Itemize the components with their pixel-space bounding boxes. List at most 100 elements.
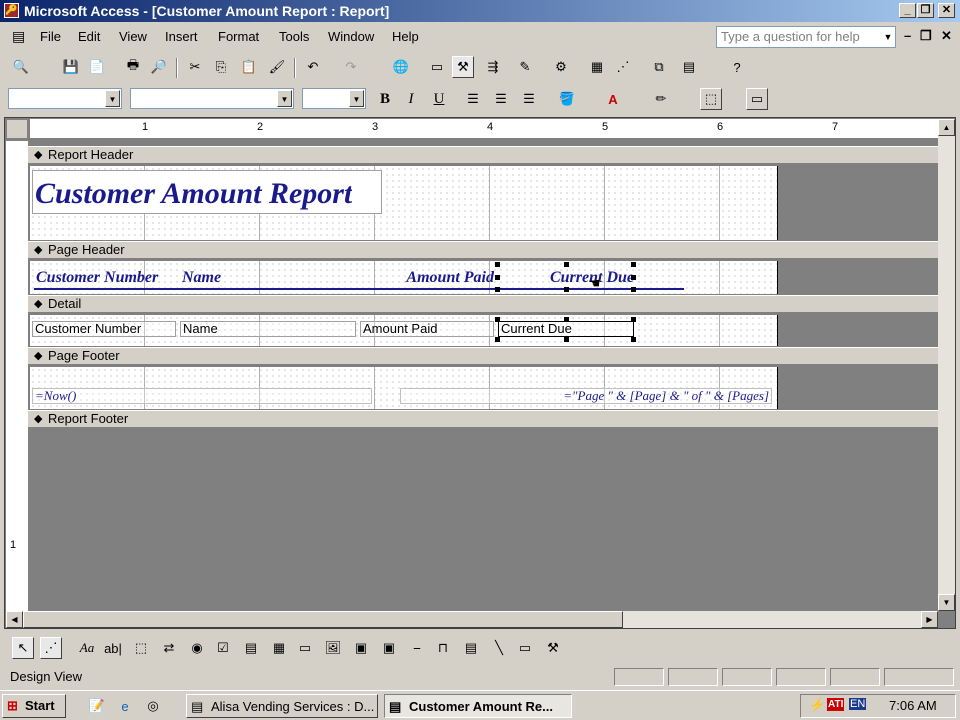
label-current-due[interactable]: Current Due <box>530 269 634 287</box>
field-name[interactable]: Name <box>180 321 356 337</box>
resize-handle[interactable] <box>564 287 569 292</box>
label-name[interactable]: Name <box>182 269 352 287</box>
font-name-combo[interactable]: ▼ <box>130 88 294 109</box>
menu-insert[interactable]: Insert <box>165 29 198 44</box>
print-icon[interactable]: 🖶 <box>122 56 144 78</box>
unbound-object-icon[interactable]: ▣ <box>350 637 372 659</box>
menu-format[interactable]: Format <box>218 29 259 44</box>
menu-help[interactable]: Help <box>392 29 419 44</box>
field-amount-paid[interactable]: Amount Paid <box>360 321 494 337</box>
minimize-button[interactable]: _ <box>899 3 916 18</box>
chevron-down-icon[interactable]: ▼ <box>881 27 895 47</box>
report-title-label[interactable]: Customer Amount Report <box>32 170 382 214</box>
horizontal-scrollbar[interactable]: ◀ ▶ <box>6 611 938 628</box>
resize-handle[interactable] <box>564 337 569 342</box>
font-color-icon[interactable]: A <box>602 88 624 110</box>
cut-icon[interactable]: ✂ <box>184 56 206 78</box>
menu-tools[interactable]: Tools <box>279 29 309 44</box>
header-underline[interactable] <box>34 288 684 290</box>
mdi-close-button[interactable]: ✕ <box>941 28 952 44</box>
page-break-icon[interactable]: ⎯ <box>406 637 428 659</box>
ati-icon[interactable]: ATI <box>827 698 845 711</box>
undo-icon[interactable]: ↶ <box>302 56 324 78</box>
save-icon[interactable]: 💾 <box>60 56 82 78</box>
format-painter-icon[interactable]: 🖌 <box>266 56 288 78</box>
chevron-down-icon[interactable]: ▼ <box>277 90 292 107</box>
section-page-header[interactable]: ◆ Page Header <box>28 241 938 259</box>
menu-edit[interactable]: Edit <box>78 29 100 44</box>
vertical-scrollbar[interactable]: ▲ ▼ <box>938 119 955 611</box>
scroll-down-icon[interactable]: ▼ <box>938 594 955 611</box>
help-icon[interactable]: ? <box>726 56 748 78</box>
code-icon[interactable]: ⚙ <box>550 56 572 78</box>
resize-handle[interactable] <box>631 317 636 322</box>
resize-handle[interactable] <box>495 275 500 280</box>
label-customer-number[interactable]: Customer Number <box>36 269 176 287</box>
scroll-right-icon[interactable]: ▶ <box>921 611 938 628</box>
resize-handle[interactable] <box>631 275 636 280</box>
border-width-icon[interactable]: ⬚ <box>700 88 722 110</box>
section-page-footer[interactable]: ◆ Page Footer <box>28 347 938 365</box>
build-icon[interactable]: ⋰ <box>612 56 634 78</box>
outlook-icon[interactable]: ◎ <box>142 695 164 717</box>
resize-handle[interactable] <box>495 337 500 342</box>
language-indicator[interactable]: EN <box>849 698 867 710</box>
option-button-icon[interactable]: ◉ <box>186 637 208 659</box>
close-button[interactable]: ✕ <box>938 3 955 18</box>
resize-handle[interactable] <box>631 287 636 292</box>
object-combo[interactable]: ▼ <box>8 88 122 109</box>
mdi-minimize-button[interactable]: – <box>904 28 911 43</box>
align-center-icon[interactable]: ☰ <box>490 88 512 110</box>
label-amount-paid[interactable]: Amount Paid <box>394 269 494 287</box>
section-report-footer[interactable]: ◆ Report Footer <box>28 410 938 428</box>
textbox-tool-icon[interactable]: ab| <box>102 637 124 659</box>
option-group-icon[interactable]: ⬚ <box>130 637 152 659</box>
checkbox-icon[interactable]: ☑ <box>212 637 234 659</box>
resize-handle[interactable] <box>631 262 636 267</box>
line-color-icon[interactable]: ✏ <box>650 88 672 110</box>
section-report-header[interactable]: ◆ Report Header <box>28 146 938 164</box>
scroll-thumb[interactable] <box>23 611 623 628</box>
bold-button[interactable]: B <box>374 88 396 110</box>
resize-handle[interactable] <box>495 262 500 267</box>
chevron-down-icon[interactable]: ▼ <box>105 90 120 107</box>
menu-window[interactable]: Window <box>328 29 374 44</box>
field-list-icon[interactable]: ▭ <box>426 56 448 78</box>
resize-handle[interactable] <box>495 317 500 322</box>
restore-button[interactable]: ❐ <box>917 3 934 18</box>
report-selector[interactable] <box>6 119 28 139</box>
rectangle-tool-icon[interactable]: ▭ <box>514 637 536 659</box>
print-preview-icon[interactable]: 🔎 <box>148 56 170 78</box>
tray-icon[interactable]: ⚡ <box>809 697 825 713</box>
view-icon[interactable]: 🔍 <box>10 56 32 78</box>
toolbox-icon[interactable]: ⚒ <box>452 56 474 78</box>
resize-handle[interactable] <box>564 317 569 322</box>
menu-file[interactable]: File <box>40 29 61 44</box>
image-icon[interactable]: 🖼 <box>322 637 344 659</box>
command-button-icon[interactable]: ▭ <box>294 637 316 659</box>
bound-object-icon[interactable]: ▣ <box>378 637 400 659</box>
autoformat-icon[interactable]: ✎ <box>514 56 536 78</box>
hyperlink-icon[interactable]: 🌐 <box>390 56 412 78</box>
resize-handle[interactable] <box>495 287 500 292</box>
resize-handle[interactable] <box>631 337 636 342</box>
list-box-icon[interactable]: ▦ <box>268 637 290 659</box>
paste-icon[interactable]: 📋 <box>238 56 260 78</box>
resize-handle[interactable] <box>564 262 569 267</box>
page-footer-grid[interactable]: =Now() ="Page " & [Page] & " of " & [Pag… <box>30 367 778 409</box>
line-tool-icon[interactable]: ╲ <box>488 637 510 659</box>
copy-icon[interactable]: ⎘ <box>210 56 232 78</box>
report-header-grid[interactable]: Customer Amount Report <box>30 166 778 240</box>
document-icon[interactable]: ▤ <box>12 28 25 45</box>
field-customer-number[interactable]: Customer Number <box>32 321 176 337</box>
task-report[interactable]: ▤ Customer Amount Re... <box>384 694 572 718</box>
access-app-icon[interactable]: 🔑 <box>4 3 19 18</box>
field-current-due[interactable]: Current Due <box>498 321 634 337</box>
fill-color-icon[interactable]: 🪣 <box>556 88 578 110</box>
menu-view[interactable]: View <box>119 29 147 44</box>
special-effect-icon[interactable]: ▭ <box>746 88 768 110</box>
field-now[interactable]: =Now() <box>32 388 372 404</box>
align-right-icon[interactable]: ☰ <box>518 88 540 110</box>
control-wizards-icon[interactable]: ⋰ <box>40 637 62 659</box>
ask-question-input[interactable]: Type a question for help ▼ <box>716 26 896 48</box>
